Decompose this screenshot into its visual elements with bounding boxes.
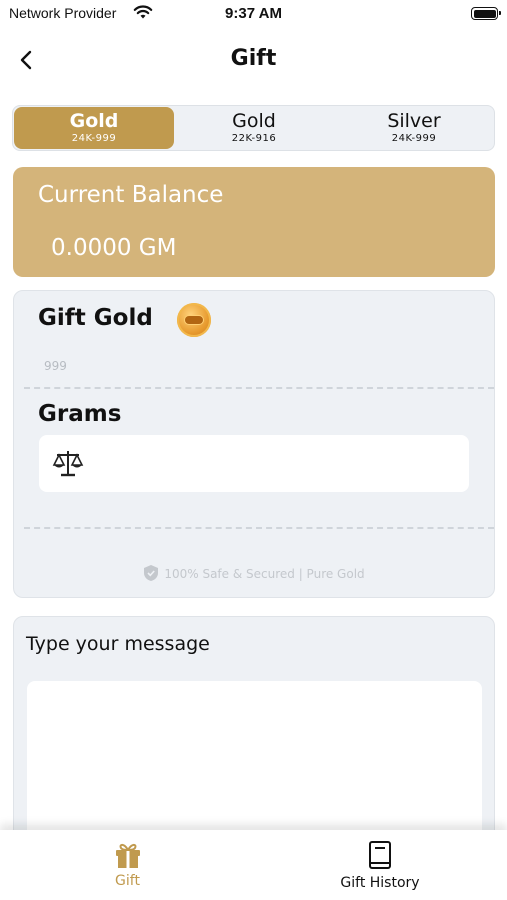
gold-coin-icon [177, 303, 211, 337]
tab-gift-history[interactable]: Gift History [320, 840, 440, 891]
grams-label: Grams [38, 401, 122, 427]
shield-check-icon [144, 565, 159, 581]
grams-input[interactable] [95, 445, 455, 481]
status-bar: Network Provider 9:37 AM [0, 0, 507, 28]
scale-icon [52, 451, 84, 477]
tab-gold-22k[interactable]: Gold 22K-916 [174, 106, 334, 150]
clock: 9:37 AM [225, 5, 282, 22]
tab-purity: 22K-916 [231, 133, 277, 144]
tab-gold-24k[interactable]: Gold 24K-999 [14, 107, 174, 149]
purity-hint: 999 [44, 359, 67, 373]
tab-label: Gold [69, 110, 119, 132]
tab-history-label: Gift History [340, 875, 420, 891]
message-label: Type your message [26, 633, 210, 655]
gift-gold-card: Gift Gold 999 Grams 100% Safe & Secured … [13, 290, 495, 598]
divider [24, 527, 494, 529]
tab-gift[interactable]: Gift [100, 840, 155, 889]
bottom-tab-bar: Gift Gift History [0, 830, 507, 900]
balance-value: 0.0000 GM [51, 235, 177, 261]
gift-box-icon [115, 843, 140, 868]
grams-field[interactable] [39, 435, 469, 492]
secure-note: 100% Safe & Secured | Pure Gold [14, 565, 494, 582]
battery-icon [471, 7, 501, 20]
balance-label: Current Balance [38, 182, 224, 208]
tab-purity: 24K-999 [391, 133, 437, 144]
balance-card: Current Balance 0.0000 GM [13, 167, 495, 277]
tab-purity: 24K-999 [71, 133, 117, 144]
secure-text: 100% Safe & Secured | Pure Gold [164, 567, 365, 581]
nav-header: Gift [0, 40, 507, 80]
divider [24, 387, 494, 389]
metal-selector: Gold 24K-999 Gold 22K-916 Silver 24K-999 [12, 105, 495, 151]
gift-heading: Gift Gold [38, 305, 153, 331]
page-title: Gift [230, 46, 277, 71]
book-icon [369, 841, 391, 869]
tab-label: Silver [387, 110, 441, 132]
tab-gift-label: Gift [115, 873, 140, 889]
tab-label: Gold [232, 110, 276, 132]
tab-silver-24k[interactable]: Silver 24K-999 [334, 106, 494, 150]
